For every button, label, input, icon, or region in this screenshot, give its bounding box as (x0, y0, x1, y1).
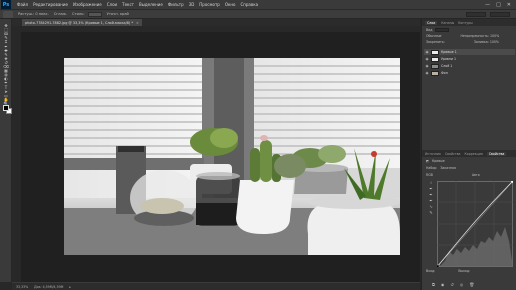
style-label: Стиль: (72, 12, 85, 16)
curves-adjustment-icon: ◩ (426, 159, 430, 163)
blend-row: Обычные Непрозрачность: 100% (426, 34, 499, 38)
opacity-field[interactable]: Непрозрачность: 100% (460, 34, 499, 38)
foreground-color-swatch[interactable] (3, 105, 9, 111)
layer-name: Слой 1 (441, 64, 453, 68)
clip-to-layer-icon[interactable]: ⧉ (432, 282, 435, 287)
menu-item-3[interactable]: Слои (107, 2, 117, 7)
properties-footer: ⧉ ◉ ↺ ◎ 🗑 (432, 282, 474, 287)
menu-item-10[interactable]: Справка (240, 2, 258, 7)
document-tab-title: photo-7784291-7882.jpg @ 33,3% (Кривые 1… (25, 20, 134, 25)
right-panel-dock: Слои Каналы Контуры Вид Обычные Непрозра… (421, 19, 516, 290)
refine-edge-button[interactable]: Уточн. край (107, 12, 129, 16)
tab-properties[interactable]: Свойства (486, 151, 507, 156)
curves-io-row: Вход: Выход: (426, 269, 470, 273)
menu-item-5[interactable]: Выделение (139, 2, 163, 7)
menu-item-6[interactable]: Фильтр (168, 2, 184, 7)
tab-paths[interactable]: Контуры (458, 21, 473, 25)
output-label: Выход: (458, 269, 471, 273)
photoshop-logo-icon: Ps (1, 0, 11, 9)
preset-select[interactable]: Заказная (440, 166, 456, 170)
minimize-button[interactable]: — (485, 2, 490, 8)
window-controls: — □ ✕ (485, 2, 511, 8)
view-previous-icon[interactable]: ◉ (441, 282, 445, 287)
document-canvas[interactable] (21, 32, 420, 282)
feather-label: Растуш.: 0 пикс. (18, 12, 49, 16)
layer-name: Уровни 1 (441, 57, 456, 61)
document-tab[interactable]: photo-7784291-7882.jpg @ 33,3% (Кривые 1… (22, 19, 142, 26)
search-field[interactable] (466, 11, 486, 17)
layer-row[interactable]: ◉ Слой 1 (424, 63, 515, 69)
layer-thumbnail (431, 63, 439, 69)
menu-item-2[interactable]: Изображение (73, 2, 102, 7)
layer-row[interactable]: ◉ Фон (424, 70, 515, 76)
layer-kind-label[interactable]: Вид (426, 28, 432, 32)
toggle-visibility-icon[interactable]: ◎ (460, 282, 464, 287)
options-bar: Растуш.: 0 пикс. Сглаж. Стиль: Уточн. кр… (0, 10, 516, 19)
menu-item-7[interactable]: 3D (189, 2, 195, 7)
fill-field[interactable]: Заливка: 100% (474, 40, 499, 44)
menu-item-8[interactable]: Просмотр (199, 2, 220, 7)
menu-items: Файл Редактирование Изображение Слои Текст Вы… (17, 2, 258, 7)
close-window-button[interactable]: ✕ (507, 2, 511, 8)
tab-properties-info[interactable]: Свойства (445, 152, 461, 156)
lock-label: Закрепить: (426, 40, 445, 44)
tool-preset-picker[interactable] (3, 10, 13, 18)
menu-item-4[interactable]: Текст (122, 2, 134, 7)
layer-name: Фон (441, 71, 448, 75)
delete-adjustment-icon[interactable]: 🗑 (469, 282, 474, 287)
workspace-select[interactable] (490, 11, 510, 17)
layer-name: Кривые 1 (441, 50, 457, 54)
menu-item-9[interactable]: Окно (225, 2, 236, 7)
menu-bar: Ps Файл Редактирование Изображение Слои Текс… (0, 0, 516, 10)
tab-channels[interactable]: Каналы (441, 21, 454, 25)
properties-panel-tabs: Источник Свойства Коррекция Свойства (422, 150, 516, 157)
style-select[interactable] (87, 11, 102, 17)
tab-adjustments[interactable]: Коррекция (465, 152, 483, 156)
layer-thumbnail (431, 56, 439, 62)
layers-panel-tabs: Слои Каналы Контуры (422, 19, 516, 26)
antialias-checkbox[interactable]: Сглаж. (54, 12, 67, 16)
document-tab-bar: photo-7784291-7882.jpg @ 33,3% (Кривые 1… (12, 19, 420, 26)
layer-filter-row: Вид (426, 28, 450, 32)
zoom-level[interactable]: 33,33% (16, 285, 28, 289)
layer-thumbnail (431, 49, 439, 55)
preset-label: Набор: (426, 166, 438, 170)
document-size: Док: 4,59M/4,59M (34, 284, 64, 289)
layer-row[interactable]: ◉ Кривые 1 (424, 49, 515, 55)
curves-graph[interactable] (437, 181, 513, 267)
tab-source[interactable]: Источник (425, 152, 441, 156)
photo-succulents-windowsill[interactable] (64, 58, 400, 255)
auto-button[interactable]: Авто (472, 173, 480, 177)
canvas-area[interactable] (12, 26, 420, 282)
close-tab-icon[interactable]: × (136, 21, 139, 25)
tab-layers[interactable]: Слои (425, 20, 438, 25)
curve-tools: ☝ ✒ ✒ ✒ ∿ ✎ (427, 180, 435, 216)
lock-row: Закрепить: Заливка: 100% (426, 40, 499, 44)
maximize-button[interactable]: □ (496, 2, 501, 8)
photo-image (64, 58, 400, 255)
draw-curve-icon[interactable]: ✎ (427, 210, 435, 216)
preset-row: Набор: Заказная (426, 166, 456, 170)
input-label: Вход: (426, 269, 436, 273)
visibility-eye-icon[interactable]: ◉ (425, 57, 429, 61)
layer-row[interactable]: ◉ Уровни 1 (424, 56, 515, 62)
status-bar: 33,33% Док: 4,59M/4,59M ▸ (12, 282, 420, 290)
visibility-eye-icon[interactable]: ◉ (425, 50, 429, 54)
properties-title-row: ◩ Кривые (426, 159, 445, 163)
menu-item-0[interactable]: Файл (17, 2, 28, 7)
blend-mode-select[interactable]: Обычные (426, 34, 441, 38)
visibility-eye-icon[interactable]: ◉ (425, 71, 429, 75)
reset-icon[interactable]: ↺ (450, 282, 453, 287)
tools-panel: ✥ ⬚ ꝏ ✎ ⌗ ✒ ✚ ✎ ⎈ ↺ ⌫ ▦ ◍ ◐ ✒ T ➤ ▭ ✋ 🔍 (0, 19, 12, 282)
channel-select[interactable]: RGB (426, 173, 433, 177)
visibility-eye-icon[interactable]: ◉ (425, 64, 429, 68)
channel-row: RGB Авто (426, 173, 480, 177)
menu-item-1[interactable]: Редактирование (33, 2, 68, 7)
layer-thumbnail (431, 70, 439, 76)
status-menu-arrow-icon[interactable]: ▸ (69, 285, 71, 289)
layer-kind-select[interactable] (435, 28, 450, 32)
properties-title: Кривые (432, 159, 445, 163)
